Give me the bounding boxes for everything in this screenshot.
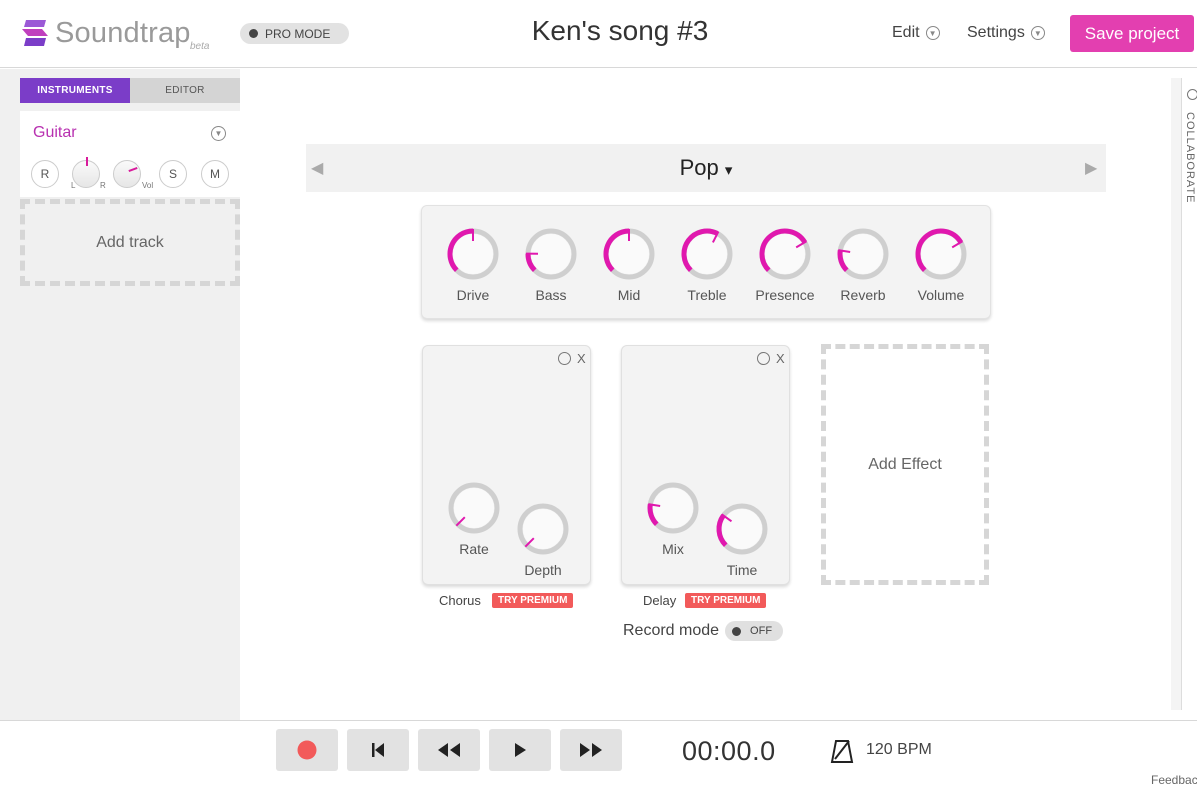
- chorus-rate-knob[interactable]: [445, 479, 503, 537]
- mute-button[interactable]: M: [201, 160, 229, 188]
- drive-knob-label: Drive: [456, 287, 490, 303]
- record-mode-label: Record mode: [623, 622, 720, 639]
- toggle-dot-icon: [249, 29, 258, 38]
- feedback-link[interactable]: Feedback: [1151, 773, 1197, 787]
- song-title[interactable]: Ken's song #3: [470, 15, 770, 47]
- pan-indicator: [86, 157, 88, 166]
- volume-knob-face: [921, 234, 961, 274]
- volume-knob[interactable]: [113, 160, 141, 188]
- toggle-dot-icon: [732, 626, 742, 636]
- play-icon: [515, 743, 526, 757]
- beta-badge: beta: [190, 41, 210, 52]
- presence-knob-face: [765, 234, 805, 274]
- record-mode-state: OFF: [750, 625, 773, 637]
- dropdown-arrow-icon: ▾: [724, 162, 733, 179]
- record-mode-toggle[interactable]: OFF: [725, 621, 784, 641]
- pro-mode-toggle[interactable]: PRO MODE: [240, 23, 349, 44]
- metronome-icon[interactable]: [830, 738, 854, 764]
- mid-knob[interactable]: [600, 225, 658, 283]
- preset-dropdown[interactable]: Pop ▾: [656, 155, 756, 181]
- pro-mode-label: PRO MODE: [265, 26, 331, 41]
- time-display[interactable]: 00:00.0: [682, 736, 776, 767]
- chorus-depth-knob-label: Depth: [524, 562, 562, 578]
- pan-right-label: R: [100, 181, 106, 190]
- settings-menu[interactable]: Settings ▼: [967, 24, 1045, 42]
- rewind-icon: [438, 743, 460, 757]
- chevron-down-icon: ▼: [925, 26, 940, 40]
- record-arm-button[interactable]: R: [31, 160, 59, 188]
- skip-to-start-icon: [372, 743, 384, 757]
- delay-time-knob-label: Time: [726, 562, 758, 578]
- treble-knob-label: Treble: [687, 287, 727, 303]
- edit-menu[interactable]: Edit ▼: [892, 24, 940, 42]
- logo-wordmark[interactable]: Soundtrap: [55, 17, 191, 50]
- soundtrap-logo-icon[interactable]: [20, 18, 50, 48]
- track-name[interactable]: Guitar: [33, 124, 77, 142]
- delay-time-knob[interactable]: [713, 500, 771, 558]
- bass-knob-label: Bass: [535, 287, 567, 303]
- treble-knob[interactable]: [678, 225, 736, 283]
- track-options-chevron-icon[interactable]: ▼: [211, 126, 226, 141]
- save-project-button[interactable]: Save project: [1070, 15, 1194, 52]
- volume-knob[interactable]: [912, 225, 970, 283]
- delay-enable-toggle[interactable]: [757, 352, 770, 365]
- preset-name: Pop: [679, 155, 719, 180]
- tab-instruments[interactable]: INSTRUMENTS: [20, 78, 130, 103]
- collaborate-expand-icon[interactable]: [1187, 89, 1197, 100]
- record-button[interactable]: [276, 729, 338, 771]
- presence-knob[interactable]: [756, 225, 814, 283]
- reverb-knob[interactable]: [834, 225, 892, 283]
- chorus-effect-name: Chorus: [439, 593, 481, 608]
- rewind-button[interactable]: [418, 729, 480, 771]
- play-button[interactable]: [489, 729, 551, 771]
- chorus-try-premium-badge[interactable]: TRY PREMIUM: [492, 593, 574, 608]
- add-effect-button[interactable]: Add Effect: [821, 344, 989, 585]
- delay-time-knob-face: [722, 509, 762, 549]
- record-icon: [297, 740, 317, 760]
- bass-knob[interactable]: [522, 225, 580, 283]
- mid-knob-label: Mid: [617, 287, 641, 303]
- volume-label: Vol: [142, 181, 154, 190]
- previous-preset-icon[interactable]: ◀: [311, 158, 323, 178]
- delay-mix-knob-label: Mix: [662, 541, 684, 557]
- volume-knob-label: Volume: [917, 287, 965, 303]
- fast-forward-button[interactable]: [560, 729, 622, 771]
- add-track-button[interactable]: Add track: [20, 199, 240, 286]
- pan-left-label: L: [71, 181, 76, 190]
- record-mode: Record mode OFF: [623, 621, 784, 641]
- treble-knob-face: [687, 234, 727, 274]
- solo-button[interactable]: S: [159, 160, 187, 188]
- chorus-remove-button[interactable]: X: [577, 351, 586, 366]
- settings-menu-label: Settings: [967, 24, 1025, 41]
- reverb-knob-face: [843, 234, 883, 274]
- delay-try-premium-badge[interactable]: TRY PREMIUM: [685, 593, 767, 608]
- chorus-depth-knob[interactable]: [514, 500, 572, 558]
- panel-divider: [1171, 78, 1181, 710]
- delay-mix-knob-face: [653, 488, 693, 528]
- skip-to-start-button[interactable]: [347, 729, 409, 771]
- reverb-knob-label: Reverb: [840, 287, 886, 303]
- edit-menu-label: Edit: [892, 24, 920, 41]
- chevron-down-icon: ▼: [1030, 26, 1045, 40]
- collaborate-label[interactable]: COLLABORATE: [1184, 112, 1196, 204]
- chorus-rate-knob-label: Rate: [459, 541, 489, 557]
- volume-indicator: [128, 167, 138, 172]
- delay-effect-name: Delay: [643, 593, 677, 608]
- next-preset-icon[interactable]: ▶: [1085, 158, 1097, 178]
- delay-mix-knob[interactable]: [644, 479, 702, 537]
- delay-remove-button[interactable]: X: [776, 351, 785, 366]
- pan-knob[interactable]: [72, 157, 100, 188]
- tempo-display[interactable]: 120 BPM: [866, 741, 932, 759]
- fast-forward-icon: [580, 743, 602, 757]
- drive-knob[interactable]: [444, 225, 502, 283]
- chorus-enable-toggle[interactable]: [558, 352, 571, 365]
- tab-editor[interactable]: EDITOR: [130, 78, 240, 103]
- presence-knob-label: Presence: [755, 287, 815, 303]
